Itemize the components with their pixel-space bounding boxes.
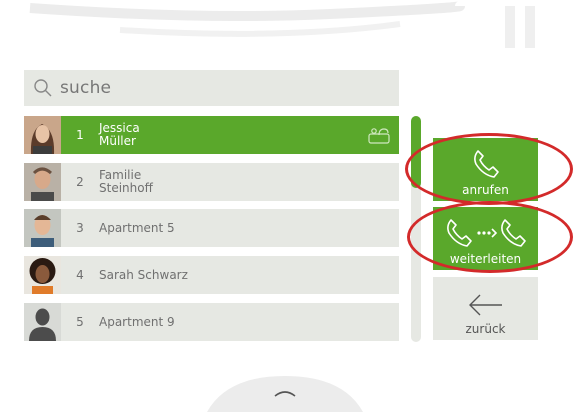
scrollbar-thumb[interactable]	[411, 116, 421, 188]
home-handle[interactable]	[207, 372, 363, 412]
contact-name: Apartment 5	[99, 220, 175, 235]
avatar	[24, 163, 61, 201]
search-label: suche	[60, 78, 112, 98]
scrollbar[interactable]	[411, 116, 421, 342]
contact-name: Apartment 9	[99, 314, 175, 329]
forward-button[interactable]: weiterleiten	[433, 207, 538, 270]
search-bar[interactable]: suche	[24, 70, 399, 106]
back-label: zurück	[465, 322, 506, 336]
avatar	[24, 209, 61, 247]
call-label: anrufen	[462, 183, 509, 197]
avatar	[24, 256, 61, 294]
top-decoration	[29, 1, 535, 48]
contact-row-2[interactable]: 2 Familie Steinhoff	[24, 163, 399, 201]
phone-icon	[473, 150, 499, 178]
forward-label: weiterleiten	[449, 252, 522, 266]
contact-number: 5	[76, 315, 84, 329]
contact-number: 3	[76, 221, 84, 235]
back-button[interactable]: zurück	[433, 277, 538, 340]
contact-name: Familie Steinhoff	[99, 168, 153, 195]
search-icon	[34, 79, 52, 97]
forward-call-icon	[446, 219, 526, 247]
contact-name: Sarah Schwarz	[99, 267, 188, 282]
contact-row-5[interactable]: 5 Apartment 9	[24, 303, 399, 341]
contact-number: 4	[76, 268, 84, 282]
contact-name: Jessica Müller	[99, 121, 140, 148]
avatar-placeholder-icon	[24, 303, 61, 341]
call-button[interactable]: anrufen	[433, 138, 538, 201]
contact-number: 1	[76, 128, 84, 142]
avatar	[24, 116, 61, 154]
arrow-left-icon	[468, 294, 502, 316]
contact-row-4[interactable]: 4 Sarah Schwarz	[24, 256, 399, 294]
contact-number: 2	[76, 175, 84, 189]
forward-indicator-icon	[368, 128, 390, 144]
contact-row-1[interactable]: 1 Jessica Müller	[24, 116, 399, 154]
contact-row-3[interactable]: 3 Apartment 5	[24, 209, 399, 247]
